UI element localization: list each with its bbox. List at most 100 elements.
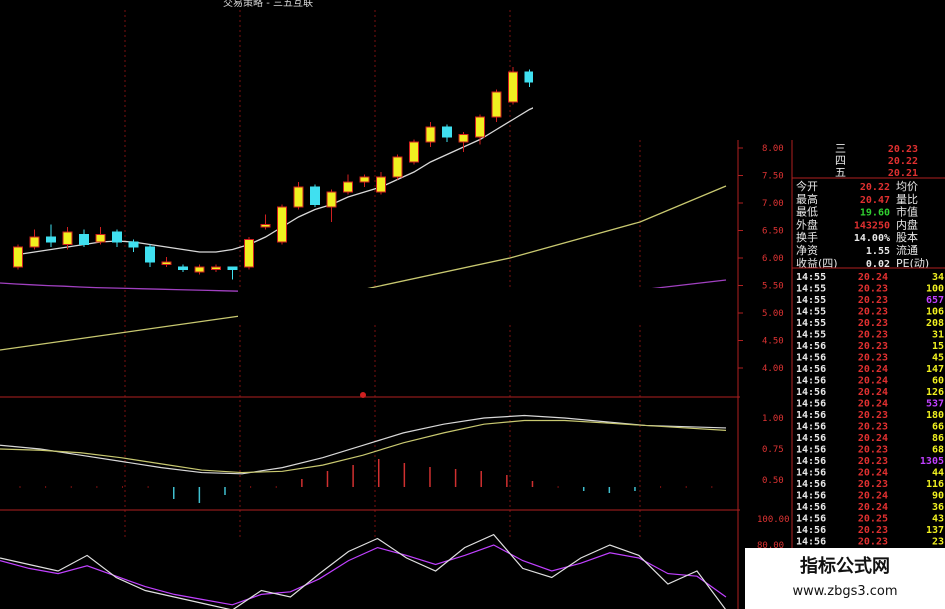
tick-price: 20.23 (858, 284, 888, 295)
candle-body (244, 239, 254, 268)
tick-volume: 15 (932, 341, 944, 352)
tick-volume: 36 (932, 502, 944, 513)
osc-tick-label: 1.00 (762, 414, 784, 424)
price-tick-label: 6.50 (762, 227, 784, 237)
tick-time: 14:55 (796, 272, 826, 283)
ask-level-price: 20.22 (888, 156, 918, 167)
tick-volume: 31 (932, 330, 944, 341)
tick-time: 14:56 (796, 364, 826, 375)
candle-body (458, 134, 469, 143)
stat-value: 143250 (854, 220, 890, 231)
tick-volume: 106 (926, 307, 944, 318)
tick-time: 14:56 (796, 422, 826, 433)
tick-volume: 208 (926, 318, 944, 329)
candle-body (178, 266, 188, 270)
tick-time: 14:56 (796, 445, 826, 456)
candle-body (128, 241, 139, 248)
watermark: 指标公式网 www.zbgs3.com (745, 548, 945, 609)
tick-time: 14:56 (796, 468, 826, 479)
candle-body (62, 231, 73, 245)
candle-body (277, 206, 287, 243)
candle-body (46, 236, 56, 243)
tick-price: 20.23 (858, 341, 888, 352)
tick-price: 20.23 (858, 410, 888, 421)
tick-price: 20.24 (858, 399, 888, 410)
tick-price: 20.23 (858, 537, 888, 548)
tick-volume: 147 (926, 364, 944, 375)
price-tick-label: 4.50 (762, 337, 784, 347)
tick-volume: 44 (932, 468, 944, 479)
stat-label-2: 市值 (896, 205, 918, 219)
stat-label: 最低 (796, 206, 818, 219)
tick-volume: 90 (932, 491, 944, 502)
price-tick-label: 7.00 (762, 199, 784, 209)
tick-time: 14:55 (796, 318, 826, 329)
tick-price: 20.23 (858, 456, 888, 467)
tick-price: 20.24 (858, 272, 888, 283)
tick-time: 14:56 (796, 502, 826, 513)
tick-time: 14:56 (796, 353, 826, 364)
candle-body (425, 126, 436, 143)
tick-time: 14:56 (796, 410, 826, 421)
candle-body (392, 156, 403, 178)
candle-body (161, 261, 172, 265)
candle-body (508, 71, 518, 103)
tick-time: 14:56 (796, 399, 826, 410)
tick-volume: 657 (926, 295, 944, 306)
candle-body (227, 266, 238, 270)
tick-volume: 43 (932, 514, 944, 525)
candle-body (13, 246, 23, 268)
tick-price: 20.24 (858, 387, 888, 398)
candle-body (442, 126, 452, 138)
tick-time: 14:56 (796, 525, 826, 536)
candle-body (359, 176, 370, 183)
tick-time: 14:56 (796, 341, 826, 352)
candle-body (95, 234, 106, 243)
candle-body (112, 231, 122, 243)
tick-time: 14:56 (796, 433, 826, 444)
candle-body (376, 176, 386, 193)
tick-volume: 100 (926, 284, 944, 295)
tick-price: 20.23 (858, 525, 888, 536)
tick-price: 20.24 (858, 491, 888, 502)
candle-body (260, 224, 271, 228)
stat-label-2: 均价 (896, 180, 918, 193)
tick-volume: 86 (932, 433, 944, 444)
tick-volume: 126 (926, 387, 944, 398)
tick-volume: 180 (926, 410, 944, 421)
candle-body (194, 266, 205, 273)
tick-time: 14:56 (796, 479, 826, 490)
stat-label-2: 量比 (896, 193, 918, 206)
tick-price: 20.23 (858, 479, 888, 490)
redaction-top-right (533, 0, 945, 140)
candle-body (293, 186, 304, 208)
candle-body (310, 186, 320, 205)
price-tick-label: 6.00 (762, 254, 784, 264)
osc-tick-label: 0.50 (762, 476, 784, 486)
tick-volume: 137 (926, 525, 944, 536)
tick-price: 20.23 (858, 295, 888, 306)
stat-label: 净资 (796, 243, 818, 257)
chart-stage: 交易策略 - 三五互联 8.00 7.50 7.00 6.50 6.00 5.50 5.00… (0, 0, 945, 609)
ask-level-price: 20.21 (888, 168, 918, 179)
tick-price: 20.24 (858, 433, 888, 444)
tick-time: 14:55 (796, 295, 826, 306)
stat-label: 今开 (796, 179, 818, 193)
tick-volume: 60 (932, 376, 944, 387)
tick-price: 20.23 (858, 353, 888, 364)
candle-body (211, 266, 221, 270)
stat-value: 20.47 (860, 195, 890, 206)
price-tick-label: 4.00 (762, 364, 784, 374)
tick-time: 14:55 (796, 330, 826, 341)
tick-volume: 23 (932, 537, 944, 548)
stat-label: 换手 (796, 230, 818, 244)
price-tick-label: 5.50 (762, 282, 784, 292)
tick-price: 20.24 (858, 468, 888, 479)
tick-volume: 1305 (920, 456, 944, 467)
stat-label: 最高 (796, 192, 818, 206)
tick-price: 20.24 (858, 376, 888, 387)
candle-body (409, 141, 419, 163)
tick-price: 20.23 (858, 318, 888, 329)
redaction-middle (238, 288, 706, 322)
tick-time: 14:56 (796, 491, 826, 502)
